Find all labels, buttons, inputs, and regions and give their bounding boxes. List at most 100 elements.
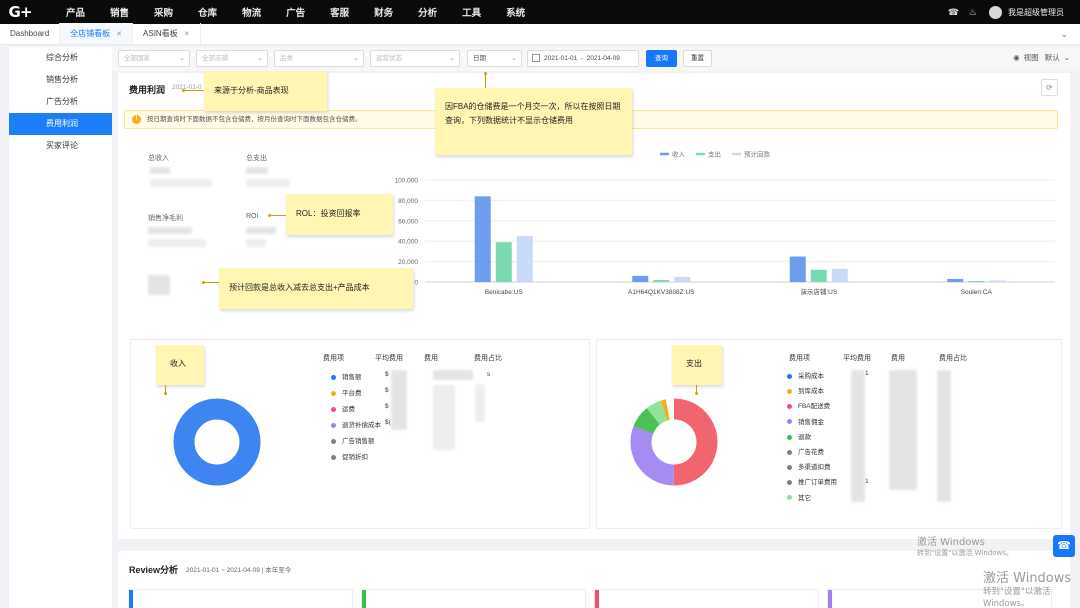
sidebar-item-overview[interactable]: 综合分析 <box>9 47 112 69</box>
filter-bar: 全部国家 ⌄ 全部店铺 ⌄ 品类 ⌄ 运营状态 ⌄ 日期 ⌄ 2021-01-01 - 2… <box>112 47 1080 71</box>
menu-service[interactable]: 客服 <box>330 5 349 19</box>
reset-button[interactable]: 重置 <box>683 50 712 67</box>
legend-dot-icon <box>331 438 336 444</box>
headset-icon[interactable]: ☎ <box>948 7 959 18</box>
legend-dot-icon <box>331 374 336 380</box>
bar <box>632 275 649 282</box>
legend-item[interactable]: 其它 <box>787 492 811 502</box>
menu-logistics[interactable]: 物流 <box>242 5 261 19</box>
default-view-select[interactable]: 默认 <box>1045 53 1060 62</box>
category-select[interactable]: 品类 ⌄ <box>274 50 364 67</box>
bar <box>653 279 670 282</box>
y-tick-label: 20,000 <box>398 259 418 266</box>
menu-purchase[interactable]: 采购 <box>154 5 173 19</box>
country-select[interactable]: 全部国家 ⌄ <box>118 50 190 67</box>
kpi-blurred-value <box>246 179 290 187</box>
close-icon[interactable]: ✕ <box>116 30 122 38</box>
legend-item[interactable]: 销售佣金 <box>787 416 824 426</box>
refresh-icon[interactable]: ⟳ <box>1041 79 1058 96</box>
note-income: 收入 <box>156 345 204 385</box>
notice-text: 按日期查询时下面数据不包含仓储费，按月份查询时下面数据包含仓储费。 <box>147 116 362 123</box>
review-card[interactable] <box>128 589 353 608</box>
sidebar-item-sales[interactable]: 销售分析 <box>9 69 112 91</box>
legend-item[interactable]: 广告花费 <box>787 446 824 456</box>
store-select[interactable]: 全部店铺 ⌄ <box>196 50 268 67</box>
menu-ads[interactable]: 广告 <box>286 5 305 19</box>
y-tick-label: 80,000 <box>398 198 418 205</box>
legend-item[interactable]: 销售额 <box>331 371 362 381</box>
sidebar-item-cost-profit[interactable]: 费用利润 <box>9 113 112 135</box>
menu-analysis[interactable]: 分析 <box>418 5 437 19</box>
review-card-accent <box>828 590 832 608</box>
legend-item[interactable]: 退款 <box>787 431 811 441</box>
headset-icon[interactable]: ☎ <box>1053 535 1075 557</box>
legend-label: 退货补偿成本 <box>342 422 381 429</box>
y-tick-label: 100,000 <box>395 178 419 185</box>
legend-label: 收入 <box>672 150 686 159</box>
expense-header-avg: 平均费用 <box>843 355 871 362</box>
user-name[interactable]: 我是超级管理员 <box>1008 7 1064 18</box>
menu-sales[interactable]: 销售 <box>110 5 129 19</box>
income-header-avg: 平均费用 <box>375 355 403 362</box>
note-dot <box>695 392 698 395</box>
kpi-blurred-value <box>148 275 170 295</box>
legend-item[interactable]: 推广订单费用 <box>787 476 837 486</box>
tab-asin[interactable]: ASIN看板 ✕ <box>133 23 201 44</box>
legend-item[interactable]: 平台费 <box>331 387 362 397</box>
date-type-select[interactable]: 日期 ⌄ <box>467 50 522 67</box>
legend-label: 推广订单费用 <box>798 479 837 487</box>
bar-chart: 0 20,000 40,000 60,000 80,000 100,000 Benicabe… <box>365 135 1070 327</box>
legend-item[interactable]: 退货补偿成本 <box>331 419 381 429</box>
date-end: 2021-04-09 <box>586 55 620 62</box>
warning-icon: ! <box>132 115 141 124</box>
main-menu: 产品 销售 采购 仓库 物流 广告 客服 财务 分析 工具 系统 <box>66 5 550 19</box>
tab-all-stores[interactable]: 全店铺看板 ✕ <box>60 23 134 44</box>
menu-warehouse[interactable]: 仓库 <box>198 5 217 19</box>
tab-dashboard[interactable]: Dashboard <box>0 23 61 44</box>
menu-tools[interactable]: 工具 <box>462 5 481 19</box>
view-toggle[interactable]: ◉ 视图 默认 ⌄ <box>1009 52 1070 63</box>
bar <box>674 276 691 282</box>
date-start: 2021-01-01 <box>544 55 578 62</box>
menu-finance[interactable]: 财务 <box>374 5 393 19</box>
menu-product[interactable]: 产品 <box>66 5 85 19</box>
sidebar-item-reviews[interactable]: 买家评论 <box>9 135 112 157</box>
review-card[interactable] <box>361 589 586 608</box>
logo[interactable]: G+ <box>0 0 40 24</box>
legend-item[interactable]: 多渠道扣费 <box>787 461 831 471</box>
review-card[interactable] <box>594 589 819 608</box>
legend-item[interactable]: FBA配送费 <box>787 400 830 410</box>
bar <box>810 269 827 282</box>
legend-item[interactable]: 促销折扣 <box>331 451 368 461</box>
blurred-column <box>851 370 865 502</box>
query-button[interactable]: 查询 <box>646 50 677 67</box>
bell-icon[interactable]: ♨ <box>969 7 977 18</box>
menu-system[interactable]: 系统 <box>506 5 525 19</box>
income-value: $ <box>385 387 389 394</box>
chevron-down-icon: ⌄ <box>1063 53 1070 62</box>
note-dot <box>202 281 205 284</box>
legend-label: 运费 <box>342 406 355 413</box>
legend-dot-icon <box>331 390 336 396</box>
legend-item[interactable]: 采购成本 <box>787 370 824 380</box>
tab-label: Dashboard <box>10 29 50 38</box>
legend-item[interactable]: 广告销售额 <box>331 435 375 445</box>
avatar[interactable] <box>989 5 1002 19</box>
chevron-down-icon: ⌄ <box>511 55 517 62</box>
legend-item[interactable]: 运费 <box>331 403 355 413</box>
date-range-picker[interactable]: 2021-01-01 - 2021-04-09 <box>527 50 639 67</box>
legend-label: 支出 <box>708 150 721 159</box>
y-tick-label: 60,000 <box>398 218 418 225</box>
select-placeholder: 品类 <box>280 55 293 62</box>
sidebar-item-ads[interactable]: 广告分析 <box>9 91 112 113</box>
income-donut <box>173 398 261 486</box>
close-icon[interactable]: ✕ <box>184 30 190 38</box>
status-select[interactable]: 运营状态 ⌄ <box>370 50 460 67</box>
legend-dot-icon <box>787 480 792 486</box>
windows-watermark-small: 激活 Windows <box>917 537 985 548</box>
expense-value: 1 <box>865 478 869 485</box>
x-tick-label: A1H64Q1KV3808Z:US <box>628 289 695 296</box>
blurred-column <box>391 370 407 430</box>
chevron-down-icon[interactable]: ⌄ <box>1060 29 1068 40</box>
legend-item[interactable]: 到库成本 <box>787 385 824 395</box>
